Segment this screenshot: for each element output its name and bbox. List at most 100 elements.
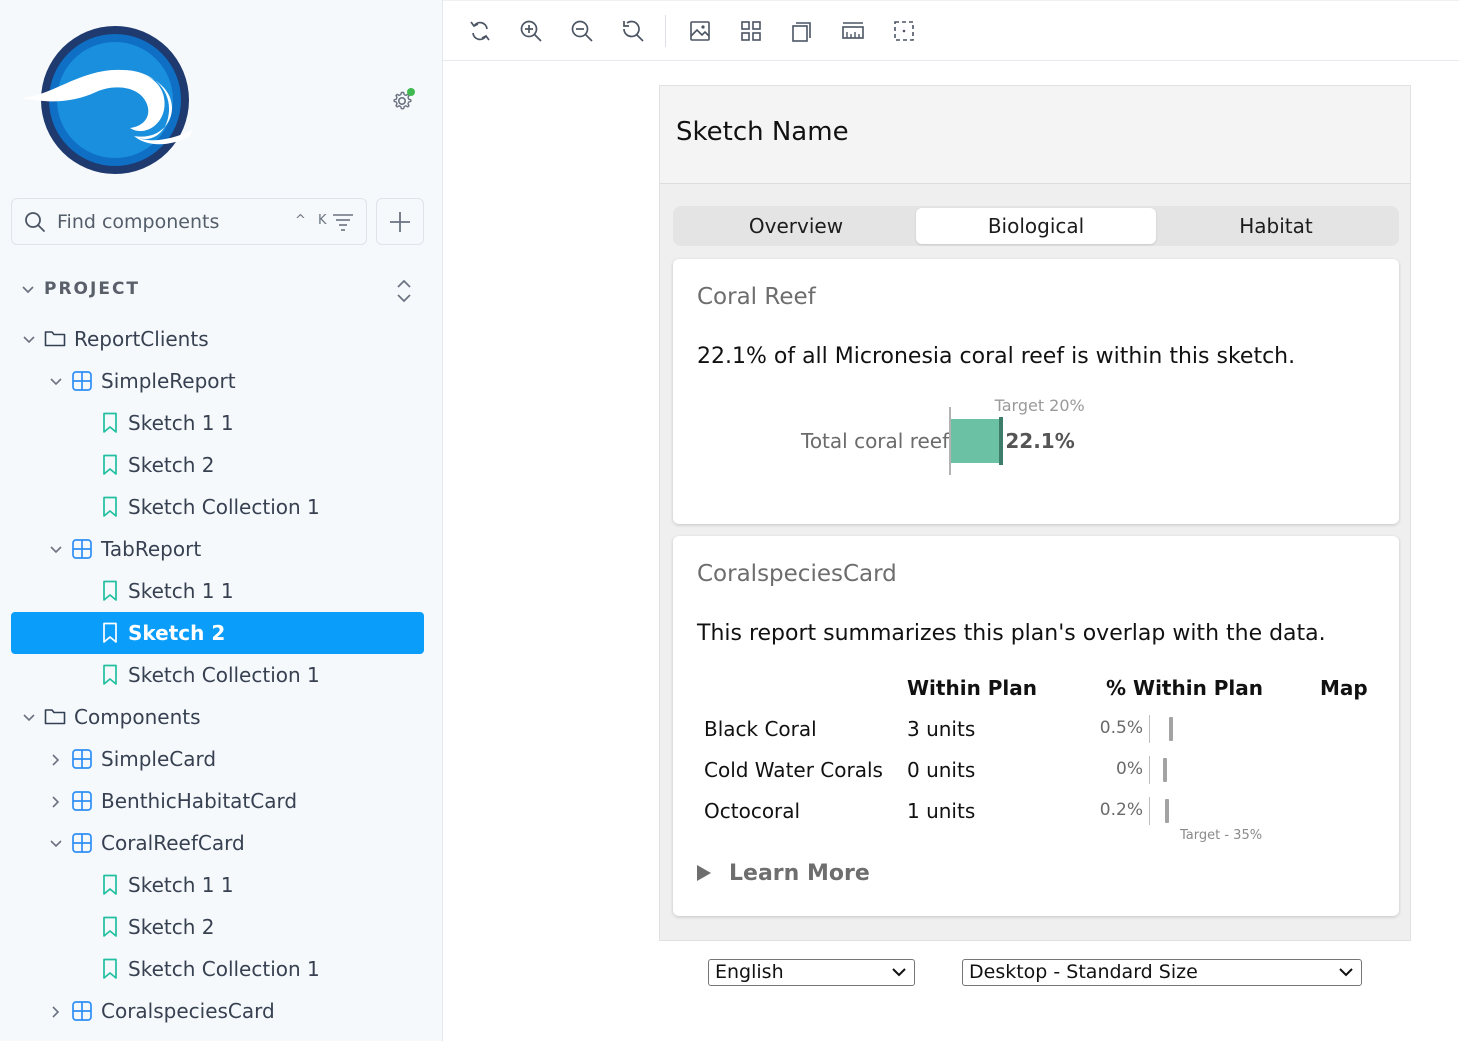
grid-button[interactable] [739,19,763,43]
learn-more-label: Learn More [729,861,870,886]
app-logo [22,26,192,174]
chevron-down-icon[interactable] [22,332,36,351]
tree-item-story[interactable]: Sketch 1 1 [11,570,424,612]
tree-item-label: ReportClients [74,327,209,351]
sidebar: Find components ^ K PROJECT ReportClient… [0,0,443,1041]
reset-zoom-button[interactable] [621,19,645,43]
mini-bar-axis [1149,797,1150,825]
tree-item-story[interactable]: Sketch Collection 1 [11,654,424,696]
tabs-icon [792,22,811,42]
tree-item-story[interactable]: Sketch Collection 1 [11,948,424,990]
coral-reef-card: Coral Reef 22.1% of all Micronesia coral… [673,259,1399,524]
report-tabs: Overview Biological Habitat [673,206,1399,246]
tab-biological[interactable]: Biological [916,208,1156,244]
search-box[interactable]: Find components ^ K [11,198,367,245]
card-title: Coral Reef [697,284,816,310]
tree-item-label: Sketch 2 [128,453,215,477]
viewport-select[interactable]: Desktop - Standard Size [962,959,1362,986]
project-title: PROJECT [44,279,141,299]
card-summary: 22.1% of all Micronesia coral reef is wi… [697,344,1296,369]
tree-item-label: SimpleReport [101,369,236,393]
chevron-right-icon[interactable] [49,1004,63,1023]
mini-bar-mark [1165,799,1170,823]
component-icon [71,790,93,816]
chevron-down-icon [1339,968,1353,977]
gear-icon [393,88,415,110]
bookmark-icon [102,412,118,438]
chevron-down-icon[interactable] [49,836,63,855]
tree-item-component[interactable]: SimpleReport [11,360,424,402]
bookmark-icon [102,958,118,984]
tree-item-folder[interactable]: ReportClients [11,318,424,360]
zoom-in-button[interactable] [519,19,543,43]
background-button[interactable] [688,19,712,43]
tree-item-label: Sketch 1 1 [128,873,234,897]
tree-item-story[interactable]: Sketch 1 1 [11,402,424,444]
tab-habitat[interactable]: Habitat [1156,208,1396,244]
expand-collapse-icon[interactable] [394,278,414,304]
language-value: English [715,961,784,983]
viewport-value: Desktop - Standard Size [969,961,1198,983]
target-label: Target 20% [994,396,1085,415]
tree-item-story[interactable]: Sketch 2 [11,444,424,486]
tree-item-story[interactable]: Sketch Collection 1 [11,486,424,528]
filter-icon[interactable] [332,213,354,231]
target-label: Target - 35% [1180,828,1263,843]
grid-icon [741,21,761,41]
coral-species-card: CoralspeciesCard This report summarizes … [673,536,1399,916]
tree-item-label: TabReport [101,537,202,561]
tree-item-component[interactable]: CoralReefCard [11,822,424,864]
add-button[interactable] [376,198,424,245]
mini-bar-mark [1163,758,1167,782]
chevron-down-icon[interactable] [22,710,36,729]
outline-button[interactable] [892,19,916,43]
within-plan-value: 0 units [907,758,976,782]
disclosure-triangle-icon [697,865,711,881]
tab-overview[interactable]: Overview [676,208,916,244]
component-icon [71,370,93,396]
column-header-pct-within-plan: % Within Plan [1106,676,1264,700]
tree-item-story[interactable]: Sketch 2 [11,612,424,654]
tree-item-component[interactable]: SimpleCard [11,738,424,780]
coral-reef-bar [951,419,1002,463]
pct-value: 0.5% [1099,718,1143,738]
chevron-right-icon[interactable] [49,752,63,771]
bar-value: 22.1% [1005,429,1075,453]
tree-item-component[interactable]: BenthicHabitatCard [11,780,424,822]
reset-zoom-icon [623,20,644,42]
within-plan-value: 1 units [907,799,976,823]
chevron-right-icon[interactable] [49,794,63,813]
zoom-out-button[interactable] [570,19,594,43]
bar-label: Total coral reef [801,429,950,453]
column-header-map: Map [1320,676,1368,700]
search-input[interactable]: Find components [57,211,219,233]
measure-button[interactable] [841,19,865,43]
bookmark-icon [102,916,118,942]
bookmark-icon [102,874,118,900]
reload-icon [470,21,490,41]
chevron-down-icon[interactable] [49,542,63,561]
component-icon [71,748,93,774]
pct-value: 0.2% [1099,800,1143,820]
ruler-icon [842,22,864,39]
viewport-button[interactable] [790,19,814,43]
reload-button[interactable] [468,19,492,43]
report-title: Sketch Name [676,117,849,147]
tree-item-story[interactable]: Sketch 2 [11,906,424,948]
project-header[interactable]: PROJECT [18,278,418,304]
tree-item-component[interactable]: TabReport [11,528,424,570]
chevron-down-icon [892,968,906,977]
tree-item-component[interactable]: CoralspeciesCard [11,990,424,1032]
zoom-in-icon [520,20,542,42]
search-icon [25,212,45,232]
learn-more-toggle[interactable]: Learn More [697,861,870,886]
species-name: Cold Water Corals [704,758,883,782]
tree-item-story[interactable]: Sketch 1 1 [11,864,424,906]
chevron-down-icon[interactable] [49,374,63,393]
settings-button[interactable] [389,86,417,114]
tree-item-label: Sketch 2 [128,621,226,645]
language-select[interactable]: English [708,959,915,986]
bookmark-icon [102,580,118,606]
tree-item-folder[interactable]: Components [11,696,424,738]
card-summary: This report summarizes this plan's overl… [697,621,1326,646]
